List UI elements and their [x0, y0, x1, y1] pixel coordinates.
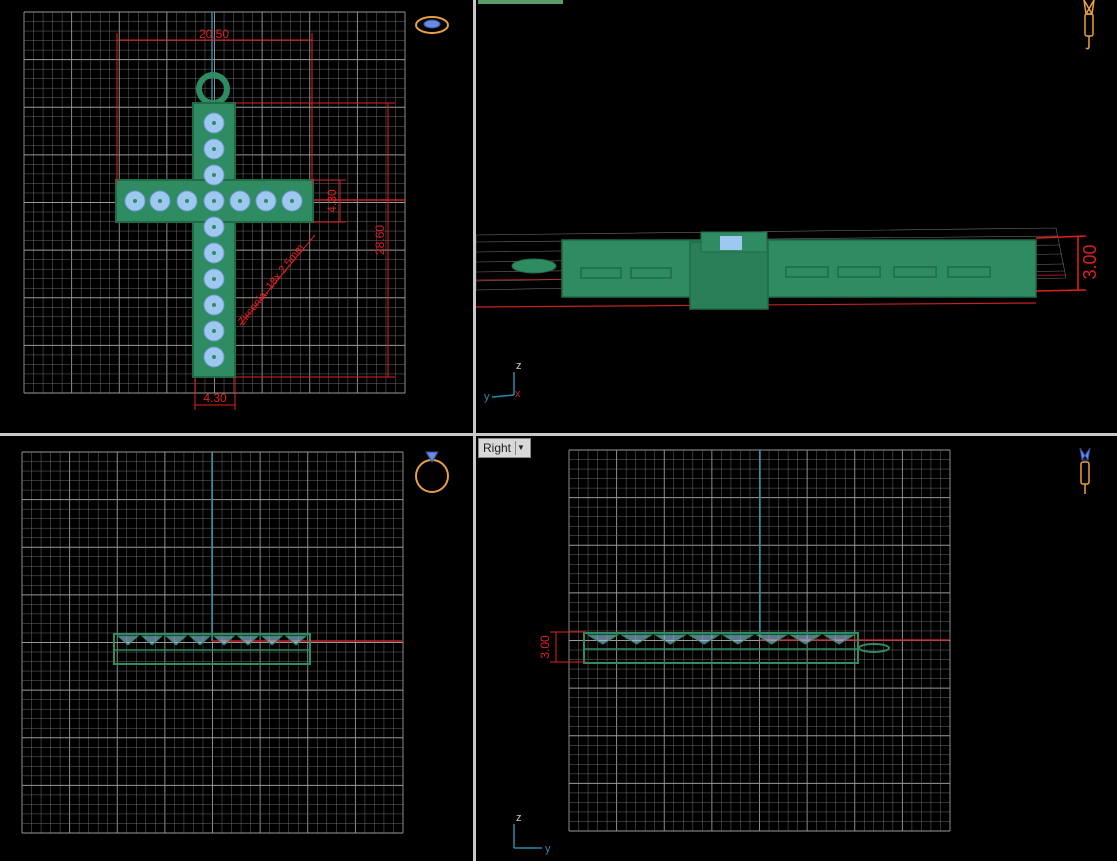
- prong: [212, 251, 216, 255]
- bail-ring: [196, 72, 230, 106]
- axis-y-label: y: [545, 843, 551, 855]
- dimensions: [1035, 235, 1087, 292]
- dimension-width-label: 20.50: [199, 27, 229, 41]
- ring-front-icon[interactable]: [415, 451, 449, 493]
- axis-y-label: y: [484, 391, 490, 403]
- viewport-front[interactable]: [0, 436, 473, 861]
- chevron-down-icon[interactable]: ▼: [515, 441, 526, 455]
- cross-pendant[interactable]: [115, 72, 314, 378]
- earring-icon[interactable]: [1079, 447, 1091, 494]
- dimension-stem-label: 4.30: [203, 391, 227, 405]
- viewport-right[interactable]: 3.00 z y Right ▼: [476, 436, 1117, 861]
- prong: [212, 329, 216, 333]
- stone: [687, 634, 721, 645]
- center-stone: [720, 236, 742, 250]
- stone: [116, 635, 140, 646]
- right-view-canvas: 3.00 z y: [513, 447, 1091, 855]
- prong: [212, 225, 216, 229]
- prong: [238, 199, 242, 203]
- cross-side-profile[interactable]: [583, 632, 890, 664]
- axis-x-label: x: [515, 388, 521, 400]
- axis-z-label: z: [516, 360, 522, 372]
- dimension-thickness-label: 3.00: [1080, 244, 1100, 279]
- prong: [212, 173, 216, 177]
- body-base: [583, 648, 859, 664]
- viewport-title: Right: [483, 441, 512, 455]
- perspective-view-canvas: 3.00 z y x: [476, 0, 1100, 403]
- earring-icon[interactable]: [1083, 0, 1095, 50]
- top-view-canvas: 20.50 4.30 28.60 4.30 Zirconia: 18x 2.5m…: [23, 11, 449, 410]
- axis-z-label: z: [516, 812, 522, 824]
- dimension-thickness-label: 3.00: [538, 635, 552, 659]
- viewport-top[interactable]: 20.50 4.30 28.60 4.30 Zirconia: 18x 2.5m…: [0, 0, 473, 433]
- prong: [158, 199, 162, 203]
- prong: [212, 199, 216, 203]
- viewport-perspective[interactable]: 3.00 z y x: [476, 0, 1117, 433]
- dimension-arm-label: 4.30: [325, 189, 339, 213]
- stone: [586, 634, 620, 645]
- prong: [212, 303, 216, 307]
- prong: [290, 199, 294, 203]
- axis-gizmo: z y: [513, 812, 551, 855]
- prong: [185, 199, 189, 203]
- stone-note-label: Zirconia: 18x 2.5mm: [236, 242, 307, 328]
- prong: [212, 355, 216, 359]
- prong: [212, 121, 216, 125]
- prong: [264, 199, 268, 203]
- bail: [511, 258, 557, 274]
- viewport-label-right[interactable]: Right ▼: [478, 438, 532, 458]
- stone: [188, 635, 212, 646]
- ring-top-icon[interactable]: [415, 16, 449, 34]
- axis-gizmo: z y x: [484, 360, 522, 403]
- prong: [212, 147, 216, 151]
- cross-pendant-3d[interactable]: [511, 231, 1037, 310]
- prong: [212, 277, 216, 281]
- stone: [164, 635, 188, 646]
- stone: [140, 635, 164, 646]
- prong: [133, 199, 137, 203]
- front-view-canvas: [21, 451, 449, 834]
- stone: [721, 634, 755, 645]
- stone: [653, 634, 688, 645]
- dimensions: [550, 631, 586, 663]
- dimension-height-label: 28.60: [373, 225, 387, 255]
